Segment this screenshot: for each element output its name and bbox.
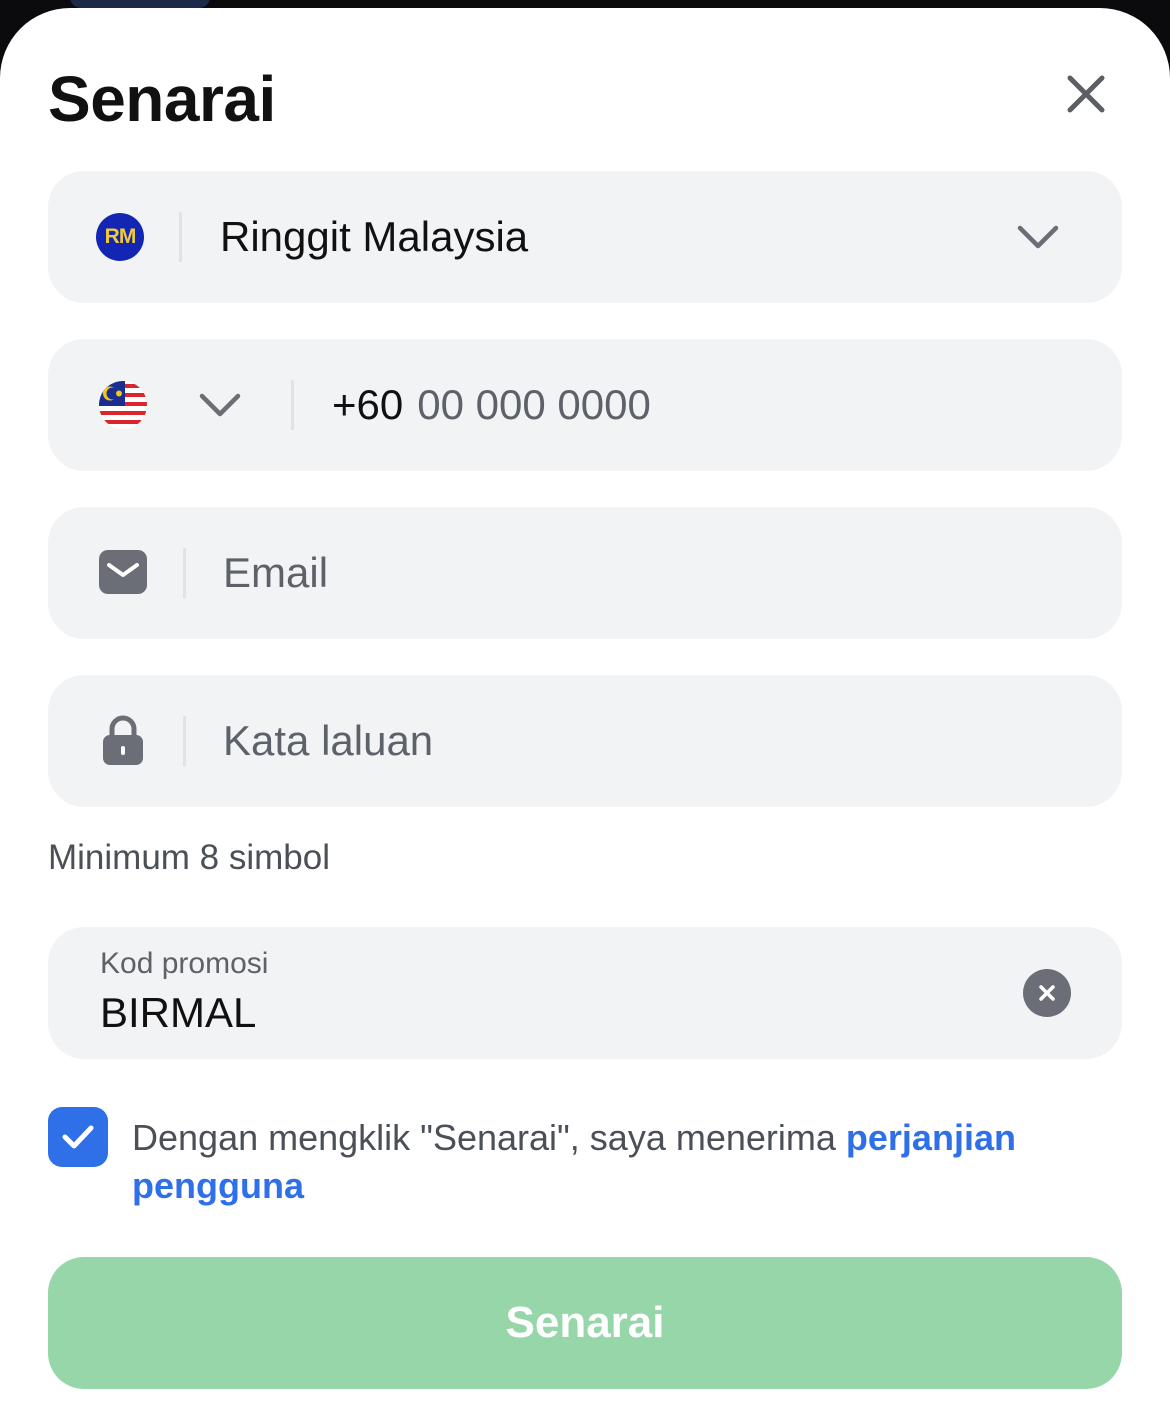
password-input[interactable]: Kata laluan (223, 675, 433, 807)
envelope-icon (99, 550, 147, 594)
phone-placeholder: 00 000 0000 (417, 381, 651, 428)
field-divider (183, 548, 186, 598)
agreement-text: Dengan mengklik "Senarai", saya menerima… (132, 1114, 1092, 1210)
submit-button[interactable]: Senarai (48, 1257, 1122, 1389)
agreement-checkbox[interactable] (48, 1107, 108, 1167)
email-input[interactable]: Email (223, 507, 328, 639)
currency-label: Ringgit Malaysia (220, 213, 529, 260)
promo-code-field[interactable]: Kod promosi BIRMAL (48, 927, 1122, 1059)
phone-prefix: +60 (332, 381, 404, 428)
lock-icon (103, 715, 143, 765)
close-button[interactable] (1058, 66, 1114, 122)
close-icon (1067, 75, 1105, 113)
phone-input[interactable]: +60 00 000 0000 (332, 339, 651, 471)
status-bar-pill (70, 0, 210, 8)
currency-select[interactable]: RM Ringgit Malaysia (48, 171, 1122, 303)
password-hint: Minimum 8 simbol (48, 838, 330, 877)
page-title: Senarai (48, 63, 276, 135)
email-field[interactable]: Email (48, 507, 1122, 639)
checkmark-icon (62, 1125, 94, 1149)
password-field[interactable]: Kata laluan (48, 675, 1122, 807)
currency-badge-icon: RM (96, 213, 144, 261)
agreement-statement: Dengan mengklik "Senarai", saya menerima (132, 1117, 846, 1158)
clear-promo-button[interactable] (1023, 969, 1071, 1017)
field-divider (179, 212, 182, 262)
field-divider (183, 716, 186, 766)
clear-icon (1039, 985, 1055, 1001)
phone-field[interactable]: +60 00 000 0000 (48, 339, 1122, 471)
promo-code-input[interactable]: BIRMAL (100, 989, 256, 1037)
promo-code-label: Kod promosi (100, 947, 269, 980)
country-chevron-down-icon[interactable] (198, 391, 242, 419)
registration-sheet: Senarai RM Ringgit Malaysia +60 00 000 0… (0, 8, 1170, 1409)
chevron-down-icon (1017, 225, 1059, 249)
malaysia-flag-icon[interactable] (99, 381, 147, 429)
field-divider (291, 380, 294, 430)
